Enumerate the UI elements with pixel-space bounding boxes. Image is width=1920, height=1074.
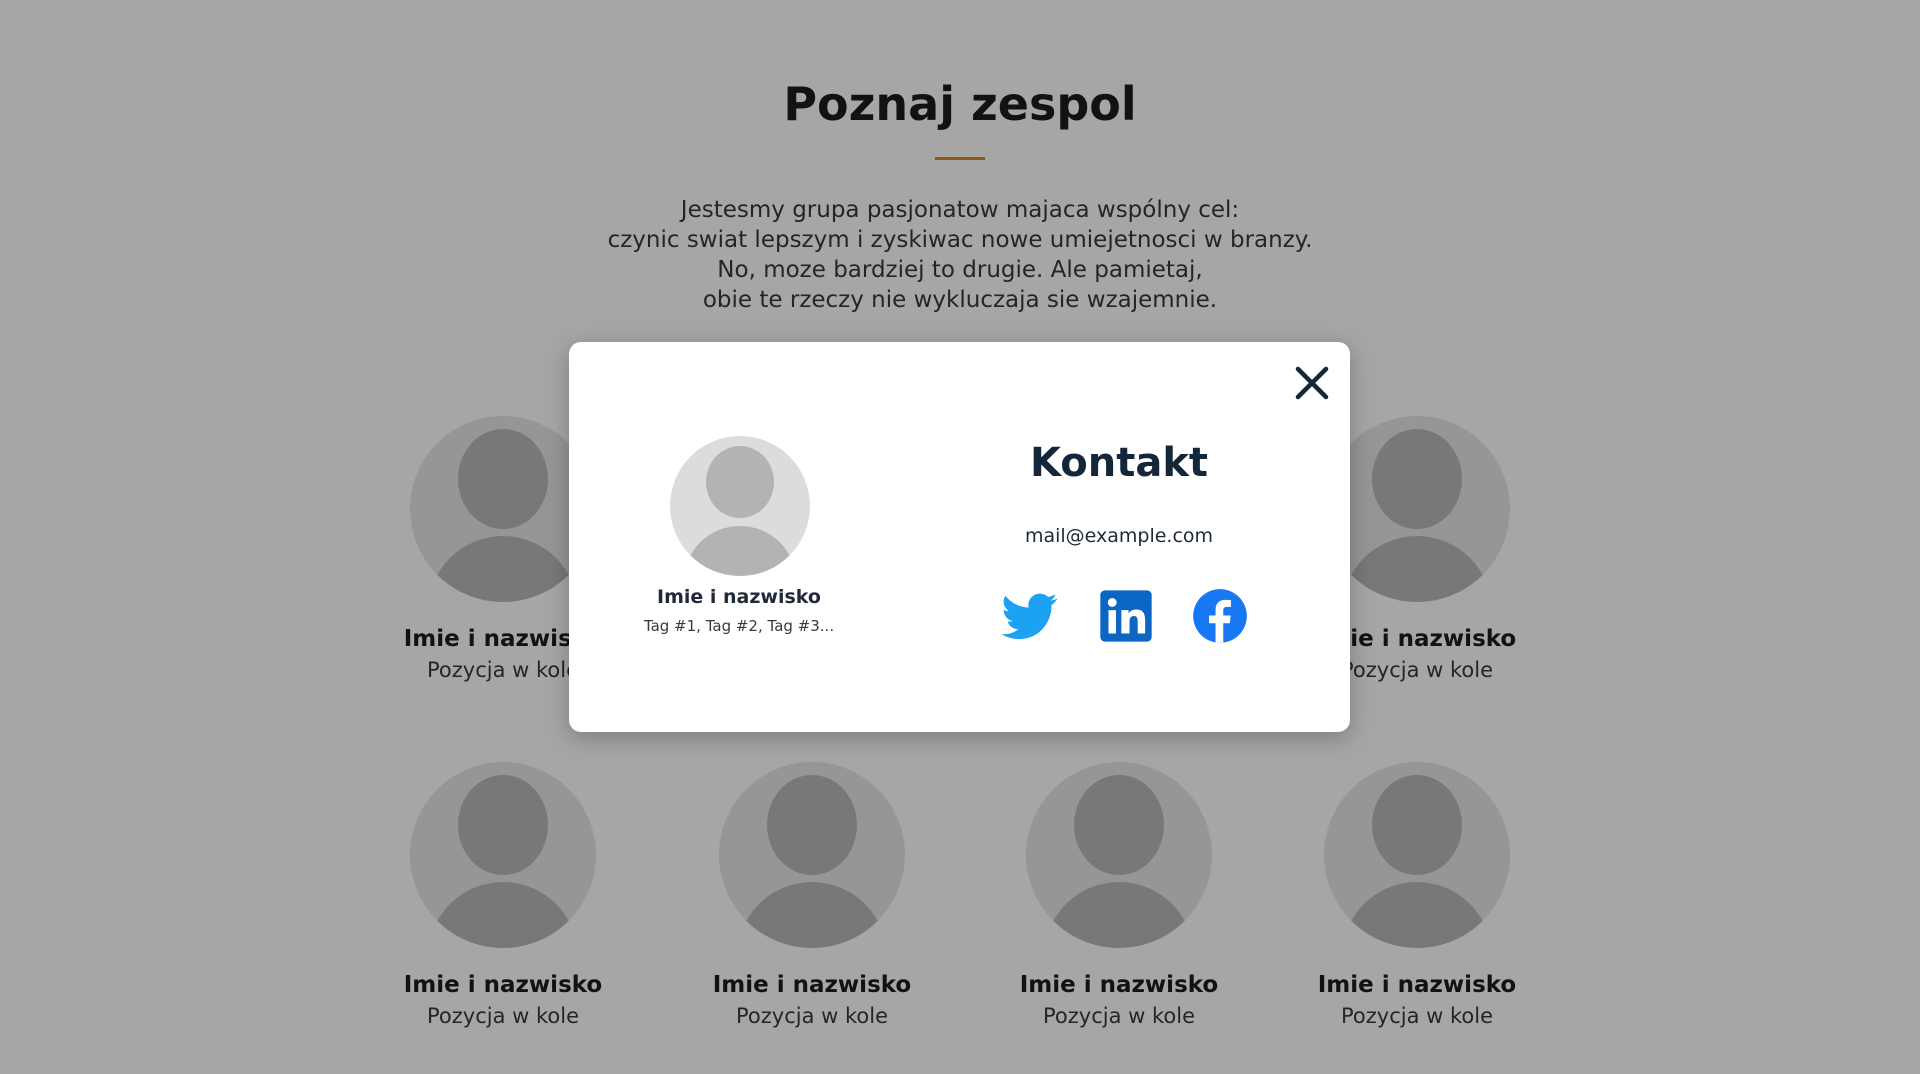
person-name: Imie i nazwisko — [657, 586, 821, 608]
linkedin-link[interactable] — [1098, 588, 1154, 644]
twitter-link[interactable] — [1002, 588, 1058, 644]
person-avatar — [670, 436, 810, 576]
facebook-icon — [1193, 589, 1247, 643]
contact-title: Kontakt — [1029, 440, 1209, 486]
close-icon — [1295, 366, 1329, 400]
close-button[interactable] — [1291, 362, 1333, 404]
person-tags: Tag #1, Tag #2, Tag #3... — [643, 617, 835, 635]
linkedin-icon — [1100, 590, 1152, 642]
twitter-icon — [1002, 593, 1058, 640]
contact-email[interactable]: mail@example.com — [969, 523, 1269, 549]
contact-modal: Imie i nazwisko Tag #1, Tag #2, Tag #3..… — [569, 342, 1350, 732]
facebook-link[interactable] — [1192, 588, 1248, 644]
